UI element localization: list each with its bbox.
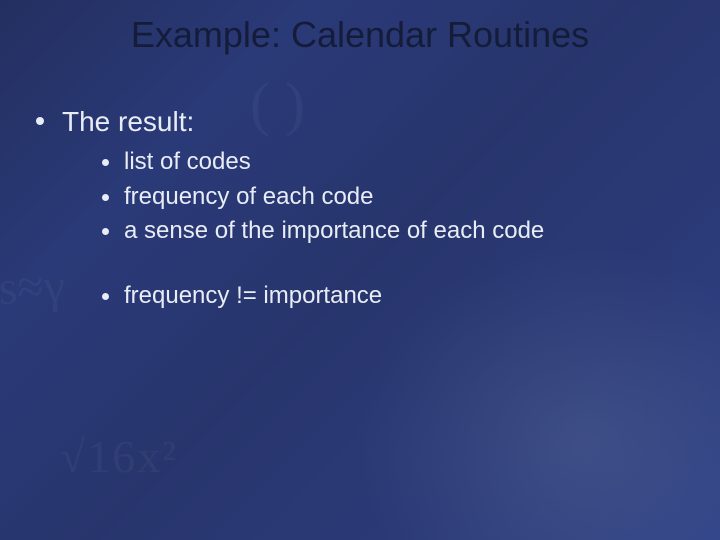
list-item: frequency of each code: [100, 182, 690, 213]
bullet-icon: [102, 159, 109, 166]
list-item: a sense of the importance of each code: [100, 216, 690, 247]
list-item-text: The result:: [62, 106, 194, 137]
slide-title: Example: Calendar Routines: [0, 14, 720, 56]
list-item-text: a sense of the importance of each code: [124, 217, 544, 244]
background-scribble: √16x²: [60, 430, 178, 483]
list-item: The result: list of codes frequency of e…: [30, 104, 690, 312]
bullet-list-level2: list of codes frequency of each code a s…: [62, 147, 690, 247]
bullet-icon: [102, 228, 109, 235]
list-item-text: list of codes: [124, 148, 251, 175]
list-item-text: frequency of each code: [124, 183, 374, 210]
list-item: list of codes: [100, 147, 690, 178]
bullet-icon: [102, 293, 109, 300]
slide-body: The result: list of codes frequency of e…: [30, 104, 690, 322]
bullet-list-level1: The result: list of codes frequency of e…: [30, 104, 690, 312]
bullet-list-level2: frequency != importance: [62, 281, 690, 312]
spacer: [62, 251, 690, 273]
slide: ss≈γ ( ) √16x² Example: Calendar Routine…: [0, 0, 720, 540]
list-item: frequency != importance: [100, 281, 690, 312]
bullet-icon: [102, 194, 109, 201]
bullet-icon: [36, 117, 44, 125]
list-item-text: frequency != importance: [124, 282, 382, 309]
